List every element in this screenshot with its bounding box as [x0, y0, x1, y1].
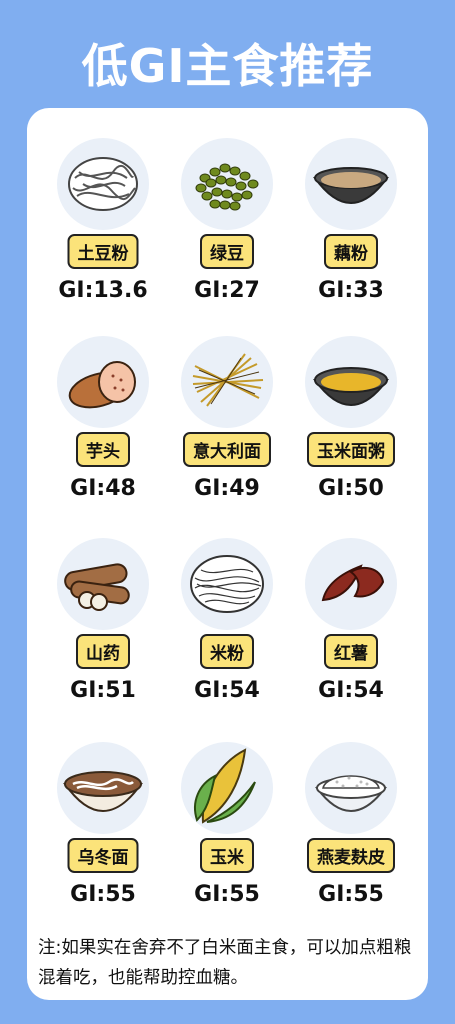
food-name: 玉米 [200, 838, 254, 873]
page-title: 低GI主食推荐 [81, 39, 374, 93]
food-name: 芋头 [76, 432, 130, 467]
spaghetti-icon [181, 336, 273, 428]
gi-value: GI:27 [194, 278, 260, 303]
gi-value: GI:55 [318, 882, 384, 907]
food-item-lotus-starch: 藕粉 GI:33 [291, 138, 411, 328]
food-item-corn: 玉米 GI:55 [167, 742, 287, 932]
cornmeal-porridge-icon [305, 336, 397, 428]
food-name: 米粉 [200, 634, 254, 669]
food-item-cornmeal-porridge: 玉米面粥 GI:50 [291, 336, 411, 526]
gi-value: GI:54 [318, 678, 384, 703]
food-name: 藕粉 [324, 234, 378, 269]
gi-value: GI:33 [318, 278, 384, 303]
corn-icon [181, 742, 273, 834]
food-item-udon: 乌冬面 GI:55 [43, 742, 163, 932]
gi-value: GI:54 [194, 678, 260, 703]
food-item-rice-noodles: 米粉 GI:54 [167, 538, 287, 728]
food-name: 燕麦麸皮 [307, 838, 395, 873]
lotus-root-starch-icon [305, 138, 397, 230]
food-item-yam: 山药 GI:51 [43, 538, 163, 728]
food-name: 土豆粉 [67, 234, 139, 269]
food-item-spaghetti: 意大利面 GI:49 [167, 336, 287, 526]
gi-value: GI:13.6 [58, 278, 148, 303]
food-name: 绿豆 [200, 234, 254, 269]
potato-noodles-icon [57, 138, 149, 230]
gi-value: GI:50 [318, 476, 384, 501]
food-item-oat-bran: 燕麦麸皮 GI:55 [291, 742, 411, 932]
food-item-sweet-potato: 红薯 GI:54 [291, 538, 411, 728]
gi-value: GI:48 [70, 476, 136, 501]
rice-noodles-icon [181, 538, 273, 630]
food-name: 意大利面 [183, 432, 271, 467]
oat-bran-icon [305, 742, 397, 834]
food-name: 玉米面粥 [307, 432, 395, 467]
food-name: 山药 [76, 634, 130, 669]
taro-icon [57, 336, 149, 428]
sweet-potato-icon [305, 538, 397, 630]
mung-bean-icon [181, 138, 273, 230]
yam-icon [57, 538, 149, 630]
food-item-potato-noodles: 土豆粉 GI:13.6 [43, 138, 163, 328]
gi-value: GI:49 [194, 476, 260, 501]
food-item-mung-bean: 绿豆 GI:27 [167, 138, 287, 328]
food-card: 土豆粉 GI:13.6 绿豆 GI:27 藕粉 GI:33 芋头 GI:48 意… [27, 108, 428, 1000]
food-item-taro: 芋头 GI:48 [43, 336, 163, 526]
gi-value: GI:55 [194, 882, 260, 907]
udon-icon [57, 742, 149, 834]
food-name: 乌冬面 [67, 838, 139, 873]
gi-value: GI:51 [70, 678, 136, 703]
gi-value: GI:55 [70, 882, 136, 907]
footnote: 注:如果实在舍弃不了白米面主食，可以加点粗粮混着吃，也能帮助控血糖。 [38, 938, 412, 988]
food-name: 红薯 [324, 634, 378, 669]
